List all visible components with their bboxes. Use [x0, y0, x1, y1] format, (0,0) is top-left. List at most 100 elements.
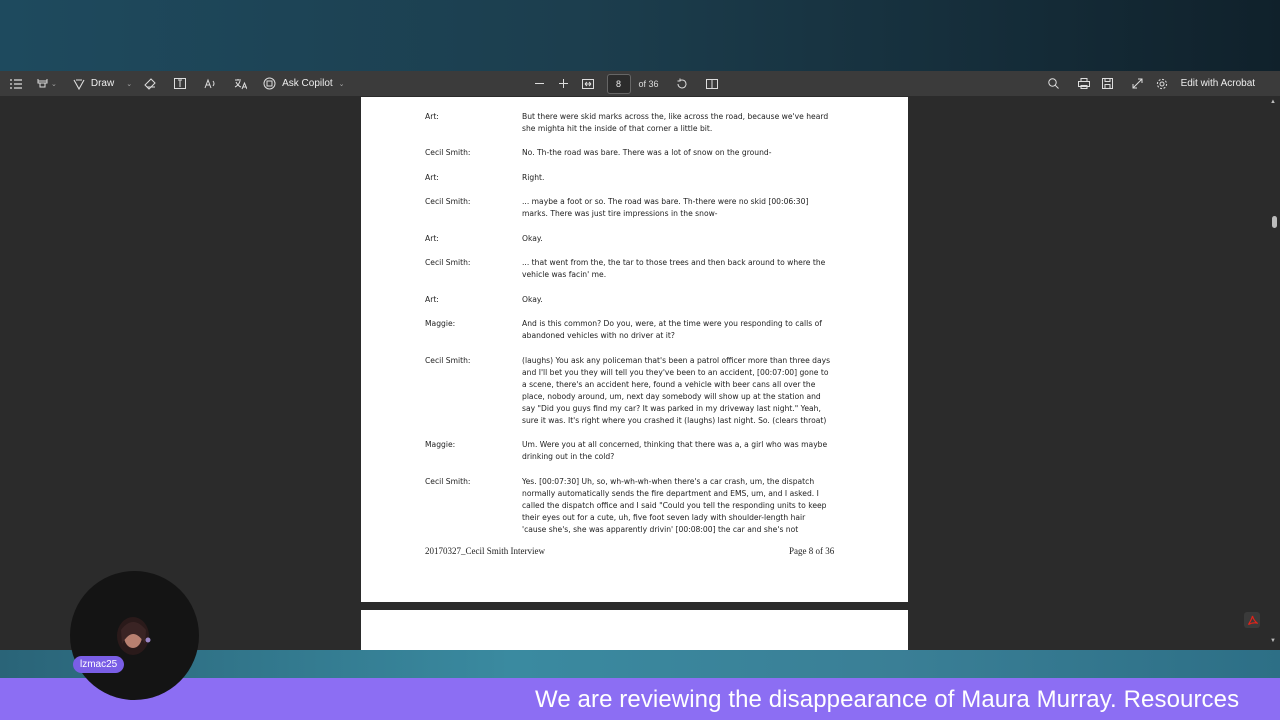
speech-text: Okay.: [522, 294, 845, 306]
draw-icon: [73, 78, 85, 90]
page-view-button[interactable]: [705, 74, 719, 94]
speaker-label: Art:: [425, 295, 439, 304]
pdf-page: Art: But there were skid marks across the…: [361, 97, 908, 602]
speaker-label: Art:: [425, 112, 439, 121]
highlight-button[interactable]: ⌄: [37, 74, 57, 94]
speech-text: No. Th-the road was bare. There was a lo…: [522, 147, 845, 159]
draw-button[interactable]: Draw ⌄: [73, 74, 132, 94]
fit-page-button[interactable]: [581, 74, 595, 94]
speech-text: Yes. [00:07:30] Uh, so, wh-wh-wh-when th…: [522, 476, 845, 536]
speech-line: abandoned vehicles with no driver at it?: [522, 331, 675, 340]
rotate-icon: [677, 78, 687, 88]
minus-icon: [535, 83, 545, 84]
thumbnails-button[interactable]: [8, 74, 24, 94]
next-pdf-page: [361, 610, 908, 650]
speech-line: Okay.: [522, 295, 543, 304]
speech-text: But there were skid marks across the, li…: [522, 111, 845, 135]
highlighter-icon: [37, 79, 48, 88]
scrollbar-thumb[interactable]: [1272, 216, 1277, 228]
speech-text: Right.: [522, 172, 845, 184]
save-button[interactable]: [1101, 74, 1115, 94]
speech-text: Um. Were you at all concerned, thinking …: [522, 439, 845, 463]
chevron-down-icon: ⌄: [51, 80, 57, 88]
plus-icon: [559, 79, 569, 88]
speech-line: ... maybe a foot or so. The road was bar…: [522, 197, 809, 206]
page-total-label: of 36: [638, 78, 659, 89]
expand-icon: [1132, 78, 1143, 89]
speaker-label: Maggie:: [425, 440, 456, 449]
scroll-down-arrow[interactable]: ▼: [1270, 638, 1276, 644]
speech-line: No. Th-the road was bare. There was a lo…: [522, 148, 772, 157]
search-button[interactable]: [1047, 74, 1061, 94]
stream-ticker: We are reviewing the disappearance of Ma…: [0, 678, 1280, 720]
speech-line: their eyes out for a cute, uh, five foot…: [522, 513, 806, 522]
speech-line: place, nobody around, um, next day someb…: [522, 392, 821, 401]
edit-with-acrobat-button[interactable]: Edit with Acrobat: [1181, 74, 1255, 94]
speech-line: drinking out in the cold?: [522, 452, 615, 461]
save-icon: [1102, 78, 1114, 89]
speaker-label: Art:: [425, 234, 439, 243]
read-aloud-button[interactable]: [204, 74, 216, 94]
speech-line: Right.: [522, 173, 545, 182]
speech-line: and I'll bet you they will tell you they…: [522, 368, 829, 377]
speaker-label: Cecil Smith:: [425, 148, 471, 157]
acrobat-logo-icon: [1247, 615, 1258, 625]
gear-icon: [1156, 78, 1167, 89]
settings-button[interactable]: [1155, 74, 1169, 94]
speech-line: ... that went from the, the tar to those…: [522, 258, 826, 267]
document-viewer[interactable]: Art: But there were skid marks across the…: [0, 96, 1280, 650]
speech-line: say "Did you guys find my car? It was pa…: [522, 404, 821, 413]
speech-text: Okay.: [522, 233, 845, 245]
page-footer-number: Page 8 of 36: [789, 546, 835, 556]
zoom-in-button[interactable]: [557, 74, 571, 94]
speech-line: she mighta hit the inside of that corner…: [522, 124, 713, 133]
read-aloud-icon: [204, 78, 215, 89]
print-button[interactable]: [1077, 74, 1091, 94]
speaker-label: Cecil Smith:: [425, 258, 471, 267]
translate-button[interactable]: [234, 74, 248, 94]
fullscreen-button[interactable]: [1131, 74, 1145, 94]
erase-button[interactable]: [144, 74, 156, 94]
speech-line: normally automatically sends the fire de…: [522, 489, 819, 498]
speech-line: Okay.: [522, 234, 543, 243]
acrobat-icon[interactable]: [1244, 612, 1260, 628]
scroll-up-arrow[interactable]: ▲: [1270, 99, 1276, 105]
page-footer-title: 20170327_Cecil Smith Interview: [425, 546, 545, 556]
zoom-out-button[interactable]: [533, 74, 547, 94]
speaker-label: Cecil Smith:: [425, 356, 471, 365]
edit-with-acrobat-label: Edit with Acrobat: [1180, 78, 1256, 89]
stream-top-background: [0, 0, 1280, 71]
ticker-text: We are reviewing the disappearance of Ma…: [535, 686, 1240, 713]
eraser-icon: [144, 77, 156, 90]
speech-text: And is this common? Do you, were, at the…: [522, 318, 845, 342]
ask-copilot-label: Ask Copilot: [282, 78, 333, 89]
page-number-input[interactable]: 8: [606, 73, 631, 94]
list-icon: [10, 78, 22, 89]
streamer-username: lzmac25: [73, 656, 125, 673]
speech-line: And is this common? Do you, were, at the…: [522, 319, 822, 328]
copilot-icon: [263, 77, 276, 90]
printer-icon: [1077, 78, 1090, 89]
speech-line: Yes. [00:07:30] Uh, so, wh-wh-wh-when th…: [522, 477, 815, 486]
fit-page-icon: [581, 78, 594, 89]
speaker-label: Cecil Smith:: [425, 197, 471, 206]
text-box-icon: [174, 78, 187, 89]
pdf-toolbar: ⌄ Draw ⌄ Ask Copilot ⌄ 8 of 36 Edit with…: [0, 71, 1280, 96]
speech-line: But there were skid marks across the, li…: [522, 112, 829, 121]
speaker-label: Cecil Smith:: [425, 477, 471, 486]
draw-label: Draw: [90, 78, 115, 89]
chevron-down-icon: ⌄: [338, 80, 345, 88]
speech-line: Um. Were you at all concerned, thinking …: [522, 440, 828, 449]
page-view-icon: [705, 78, 718, 89]
chevron-down-icon: ⌄: [126, 80, 133, 88]
ask-copilot-button[interactable]: Ask Copilot ⌄: [263, 74, 345, 94]
speech-line: sure it was. It's right where you crashe…: [522, 416, 827, 425]
streamer-avatar: [117, 617, 151, 655]
speech-text: (laughs) You ask any policeman that's be…: [522, 355, 845, 427]
speaker-label: Maggie:: [425, 319, 456, 328]
speech-text: ... maybe a foot or so. The road was bar…: [522, 196, 845, 220]
text-box-button[interactable]: [174, 74, 187, 94]
rotate-button[interactable]: [675, 74, 689, 94]
speaker-label: Art:: [425, 173, 439, 182]
translate-icon: [234, 78, 248, 89]
